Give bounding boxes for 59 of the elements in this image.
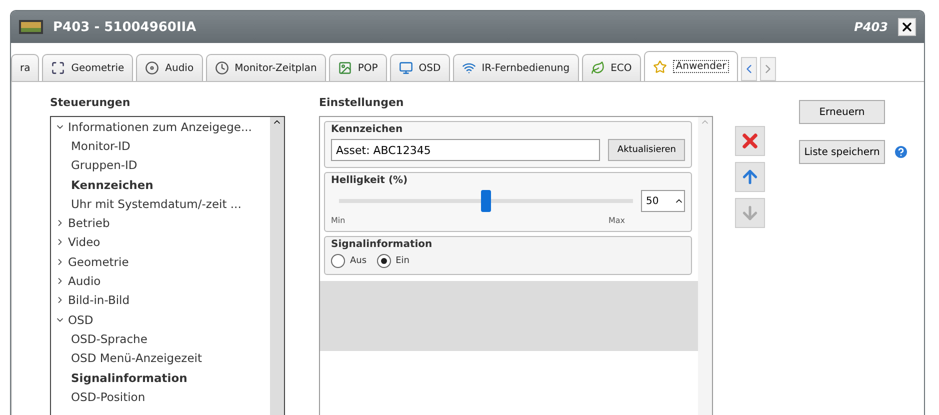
star-icon bbox=[652, 60, 667, 74]
tab[interactable]: Anwender bbox=[644, 51, 738, 81]
tag-input[interactable]: Asset: ABC12345 bbox=[331, 139, 600, 161]
group-title: Helligkeit (%) bbox=[331, 175, 409, 186]
model-label: P403 bbox=[854, 20, 888, 34]
tree-item[interactable]: Gruppen-ID bbox=[51, 156, 270, 175]
help-icon[interactable] bbox=[893, 144, 909, 160]
tree-item[interactable]: Signalinformation bbox=[51, 368, 270, 388]
leaf-icon bbox=[590, 61, 605, 75]
monitor-icon bbox=[19, 20, 43, 34]
monitor-icon bbox=[398, 61, 413, 75]
tab[interactable]: Monitor-Zeitplan bbox=[206, 54, 326, 81]
scrollbar[interactable] bbox=[698, 117, 712, 415]
radio-option[interactable]: Aus bbox=[331, 254, 367, 268]
tree-item[interactable]: OSD Menü-Anzeigezeit bbox=[51, 348, 270, 368]
clock-icon bbox=[214, 61, 229, 75]
tree-item[interactable]: OSD bbox=[51, 310, 270, 330]
tab[interactable]: Audio bbox=[136, 54, 203, 81]
scroll-right-button[interactable] bbox=[760, 57, 776, 81]
tab[interactable]: ECO bbox=[582, 54, 641, 81]
scrollbar[interactable] bbox=[270, 117, 284, 415]
tree-item[interactable]: Informationen zum Anzeigege... bbox=[51, 117, 270, 136]
update-button[interactable]: Aktualisieren bbox=[608, 139, 685, 161]
spin-box[interactable]: 50 bbox=[641, 190, 685, 212]
tree-item[interactable]: Kennzeichen bbox=[51, 174, 270, 194]
wifi-icon bbox=[462, 61, 476, 75]
tree-item[interactable]: Monitor-ID bbox=[51, 136, 270, 156]
tree-item[interactable]: Video bbox=[51, 232, 270, 252]
tree-item[interactable]: Uhr mit Systemdatum/-zeit ... bbox=[51, 194, 270, 214]
radio-option[interactable]: Ein bbox=[376, 254, 410, 268]
picture-icon bbox=[338, 61, 352, 75]
tab[interactable]: IR-Fernbedienung bbox=[452, 54, 579, 81]
scroll-left-button[interactable] bbox=[741, 57, 758, 81]
tree-item[interactable]: Betrieb bbox=[51, 213, 270, 233]
group-title: Signalinformation bbox=[331, 239, 434, 250]
window-title: P403 - 51004960IIA bbox=[53, 20, 198, 34]
min-label: Min bbox=[331, 216, 346, 225]
slider-thumb[interactable] bbox=[481, 190, 491, 212]
tab[interactable]: Geometrie bbox=[42, 54, 134, 81]
up-button[interactable] bbox=[735, 162, 765, 192]
tree-item[interactable]: Bild-in-Bild bbox=[51, 290, 270, 310]
delete-button[interactable] bbox=[735, 126, 765, 156]
close-icon bbox=[900, 20, 914, 34]
tree-item[interactable]: Audio bbox=[51, 271, 270, 291]
radio-button[interactable] bbox=[376, 254, 391, 268]
max-label: Max bbox=[608, 216, 625, 225]
tab[interactable]: OSD bbox=[390, 54, 450, 81]
refresh-button[interactable]: Erneuern bbox=[799, 100, 885, 124]
section-title: Steuerungen bbox=[50, 96, 132, 111]
section-title: Einstellungen bbox=[319, 96, 405, 111]
tree-item[interactable]: OSD-Sprache bbox=[51, 329, 270, 349]
radio-button[interactable] bbox=[331, 254, 345, 268]
tree-item[interactable]: OSD-Position bbox=[51, 387, 270, 406]
group-title: Kennzeichen bbox=[331, 124, 404, 135]
save-list-button[interactable]: Liste speichern bbox=[799, 140, 885, 164]
close-button[interactable] bbox=[898, 18, 916, 36]
tree-item[interactable]: Geometrie bbox=[51, 252, 270, 272]
tab[interactable]: ra bbox=[11, 54, 40, 81]
tab[interactable]: POP bbox=[328, 54, 387, 81]
